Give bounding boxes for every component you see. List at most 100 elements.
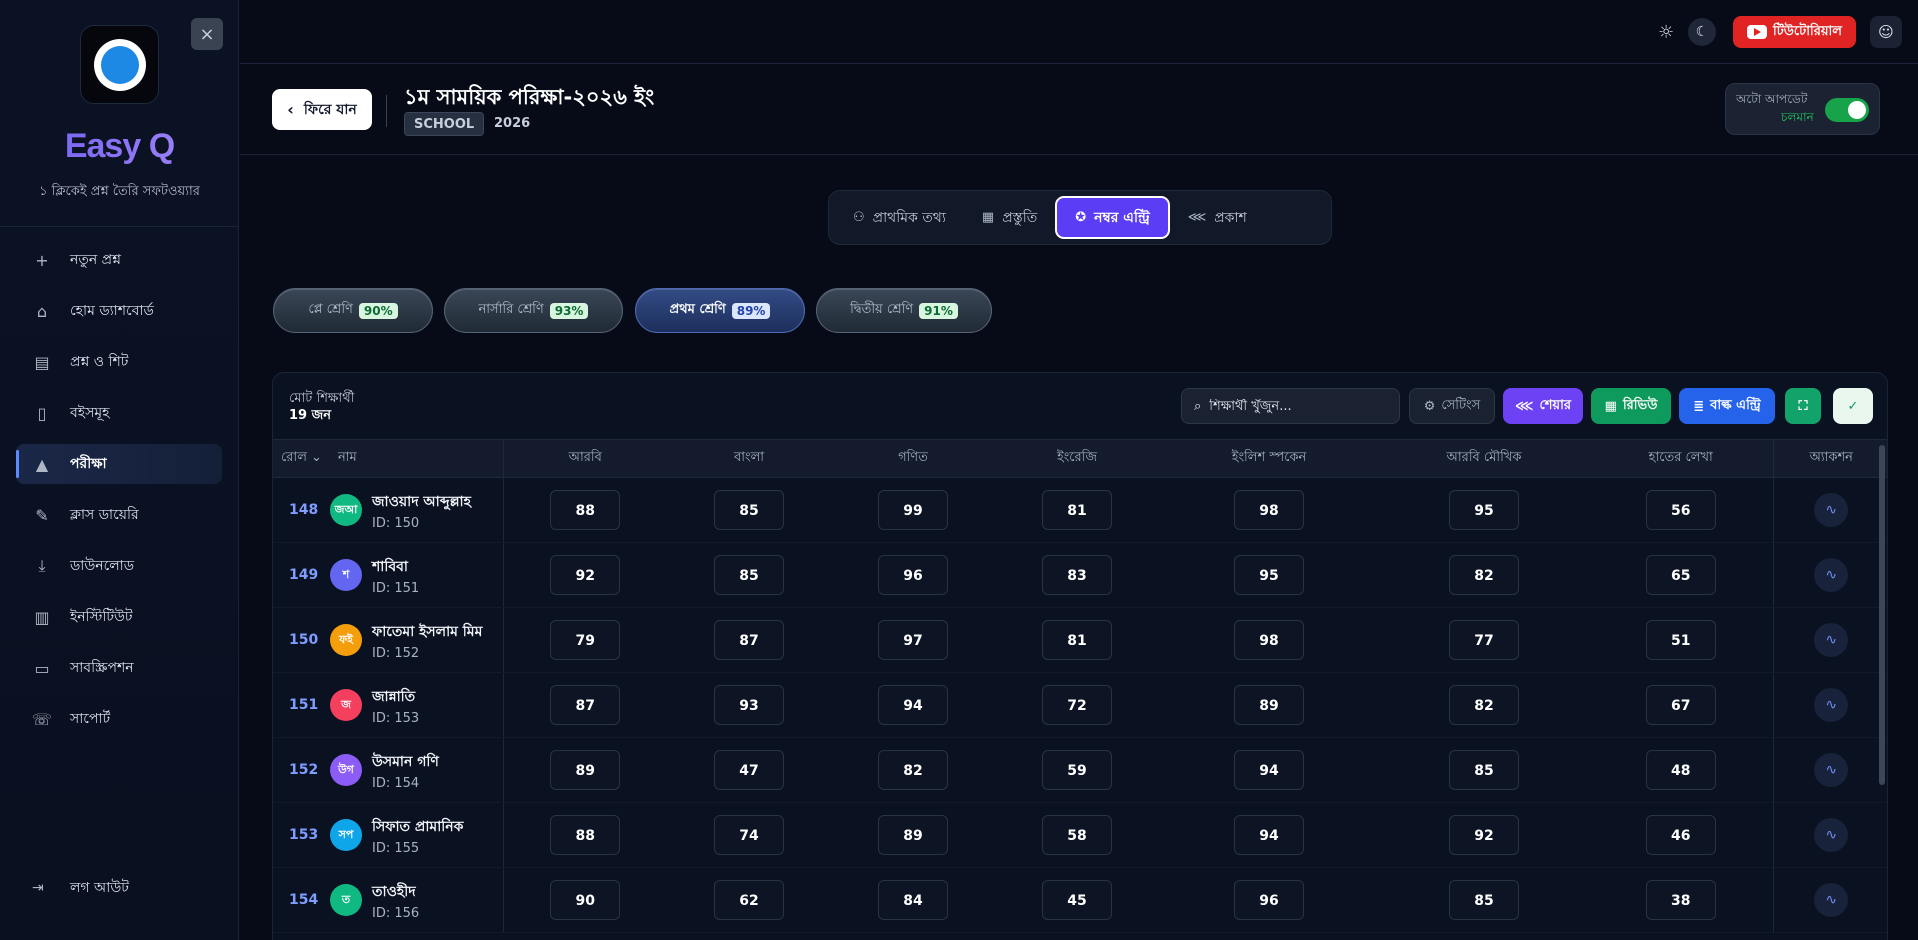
activity-button[interactable]: ∿ [1814,623,1849,657]
sidebar-item-new-question[interactable]: + নতুন প্রশ্ন [16,240,222,280]
mark-input[interactable]: 81 [1042,490,1112,530]
tab-marks-entry[interactable]: ✪ নম্বর এন্ট্রি [1055,196,1170,239]
activity-button[interactable]: ∿ [1814,558,1849,592]
mark-input[interactable]: 90 [550,880,621,920]
mark-input[interactable]: 99 [878,490,948,530]
class-tab-label: নার্সারি শ্রেণি [478,302,544,317]
sidebar-item-support[interactable]: ☏ সাপোর্ট [16,699,222,739]
tutorial-button[interactable]: টিউটোরিয়াল [1733,16,1856,48]
mark-input[interactable]: 58 [1042,815,1112,855]
avatar: জ [330,689,362,721]
mark-input[interactable]: 56 [1645,490,1716,530]
mark-input[interactable]: 45 [1042,880,1112,920]
mark-input[interactable]: 89 [878,815,948,855]
mark-input[interactable]: 98 [1234,490,1304,530]
mark-input[interactable]: 38 [1645,880,1716,920]
sidebar-item-books[interactable]: ▯ বইসমূহ [16,393,222,433]
mark-input[interactable]: 83 [1042,555,1112,595]
sidebar-item-class-diary[interactable]: ✎ ক্লাস ডায়েরি [16,495,222,535]
activity-button[interactable]: ∿ [1814,818,1849,852]
share-button[interactable]: ⋘ শেয়ার [1503,388,1583,424]
mark-input[interactable]: 74 [714,815,784,855]
mark-input[interactable]: 87 [714,620,784,660]
mark-input[interactable]: 82 [878,750,948,790]
mark-input[interactable]: 93 [714,685,784,725]
sidebar-item-subscription[interactable]: ▭ সাবস্ক্রিপশন [16,648,222,688]
mark-input[interactable]: 95 [1449,490,1519,530]
mark-input[interactable]: 97 [878,620,948,660]
table-scrollbar[interactable] [1879,445,1885,785]
class-tab-nursery[interactable]: নার্সারি শ্রেণি 93% [444,288,623,333]
mark-input[interactable]: 72 [1042,685,1112,725]
mark-input[interactable]: 92 [550,555,621,595]
sidebar-item-download[interactable]: ⤓ ডাউনলোড [16,546,222,586]
review-button[interactable]: ▦ রিভিউ [1591,388,1671,424]
mark-input[interactable]: 96 [1234,880,1304,920]
mark-input[interactable]: 82 [1449,555,1519,595]
mark-input[interactable]: 62 [714,880,784,920]
column-header-roll[interactable]: রোল ⌄ [273,439,330,478]
mark-input[interactable]: 92 [1449,815,1519,855]
mark-input[interactable]: 88 [550,490,621,530]
student-name: ফাতেমা ইসলাম মিম [372,623,483,640]
mark-input[interactable]: 46 [1645,815,1716,855]
mark-input[interactable]: 95 [1234,555,1304,595]
sidebar-item-institute[interactable]: ▥ ইনস্টিটিউট [16,597,222,637]
mark-input[interactable]: 77 [1449,620,1519,660]
mark-input[interactable]: 84 [878,880,948,920]
class-tab-first[interactable]: প্রথম শ্রেণি 89% [635,288,805,333]
activity-button[interactable]: ∿ [1814,753,1849,787]
mark-input[interactable]: 88 [550,815,621,855]
activity-button[interactable]: ∿ [1814,883,1849,917]
layout-icon: ▦ [1604,398,1617,414]
user-menu-button[interactable]: ☺ [1870,16,1902,48]
expand-icon: ⛶ [1798,398,1808,414]
mark-input[interactable]: 48 [1645,750,1716,790]
bulk-entry-button[interactable]: ≣ বাল্ক এন্ট্রি [1679,388,1775,424]
mark-input[interactable]: 94 [878,685,948,725]
mark-input[interactable]: 85 [1449,750,1519,790]
mark-input[interactable]: 85 [714,490,784,530]
mark-input[interactable]: 67 [1645,685,1716,725]
mark-input[interactable]: 96 [878,555,948,595]
student-id: ID: 156 [372,905,420,921]
logout-button[interactable]: ⇥ লগ আউট [32,876,129,900]
search-input[interactable] [1209,398,1380,414]
class-tab-play[interactable]: প্লে শ্রেণি 90% [273,288,433,333]
mark-input[interactable]: 85 [714,555,784,595]
mark-input[interactable]: 85 [1449,880,1519,920]
mark-input[interactable]: 51 [1645,620,1716,660]
mark-input[interactable]: 79 [550,620,621,660]
tab-publish[interactable]: ⋘ প্রকাশ [1170,196,1265,239]
save-check-button[interactable]: ✓ [1833,388,1873,424]
sidebar-item-home-dashboard[interactable]: ⌂ হোম ড্যাশবোর্ড [16,291,222,331]
fullscreen-button[interactable]: ⛶ [1785,388,1821,424]
mark-input[interactable]: 65 [1645,555,1716,595]
mark-input[interactable]: 94 [1234,750,1304,790]
tab-basic-info[interactable]: ⚇ প্রাথমিক তথ্য [835,196,964,239]
close-sidebar-button[interactable]: × [191,18,223,50]
activity-button[interactable]: ∿ [1814,493,1849,527]
mark-input[interactable]: 94 [1234,815,1304,855]
dark-mode-button[interactable]: ☾ [1688,18,1716,46]
sidebar-item-exam[interactable]: ▲ পরীক্ষা [16,444,222,484]
mark-input[interactable]: 89 [1234,685,1304,725]
mark-input[interactable]: 89 [550,750,621,790]
student-name: উসমান গণি [372,753,439,770]
mark-input[interactable]: 87 [550,685,621,725]
class-tab-second[interactable]: দ্বিতীয় শ্রেণি 91% [816,288,992,333]
auto-update-toggle[interactable] [1825,98,1869,122]
mark-input[interactable]: 81 [1042,620,1112,660]
tab-preparation[interactable]: ▦ প্রস্তুতি [964,196,1055,239]
sidebar-item-questions-sheets[interactable]: ▤ প্রশ্ন ও শিট [16,342,222,382]
mark-input[interactable]: 98 [1234,620,1304,660]
student-search[interactable]: ⌕ [1181,388,1400,424]
settings-button[interactable]: ⚙ সেটিংস [1409,388,1495,424]
activity-button[interactable]: ∿ [1814,688,1849,722]
mark-input[interactable]: 82 [1449,685,1519,725]
sun-icon[interactable]: ☼ [1658,22,1674,43]
column-header-subject: ইংরেজি [995,439,1159,478]
mark-input[interactable]: 59 [1042,750,1112,790]
back-button[interactable]: ‹ ফিরে যান [272,89,372,130]
mark-input[interactable]: 47 [714,750,784,790]
